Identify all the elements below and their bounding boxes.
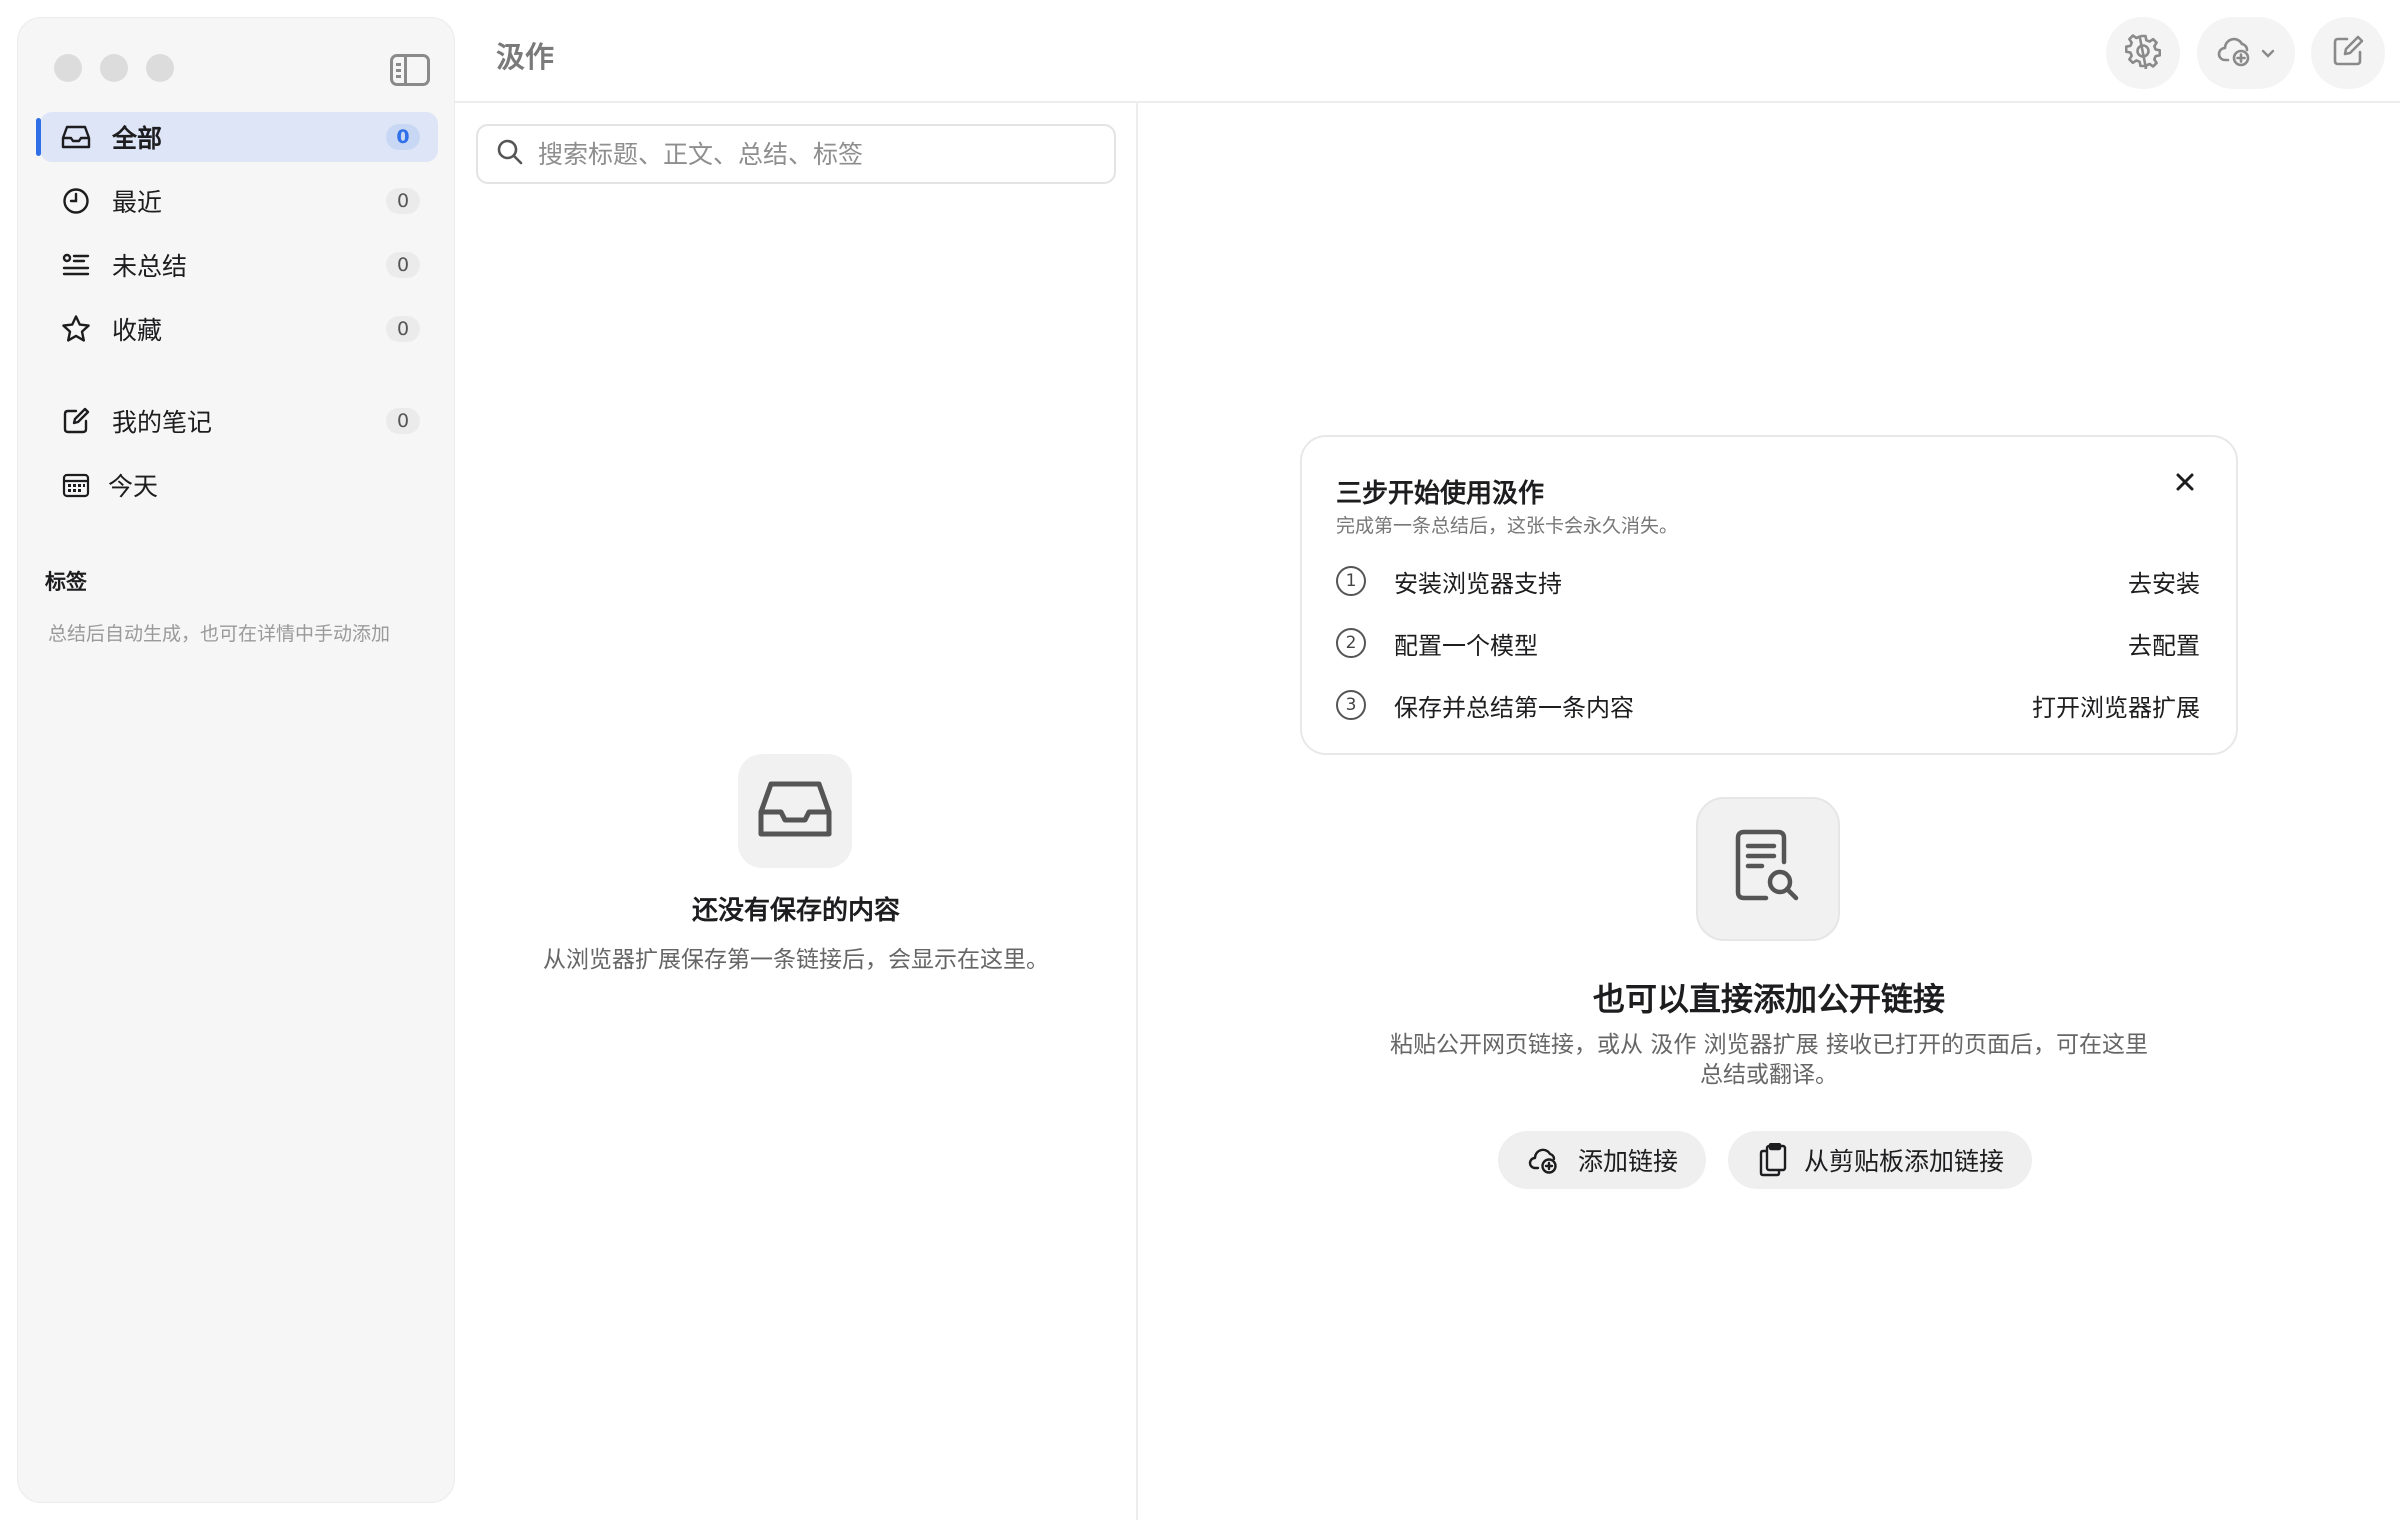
sidebar-item-all[interactable]: 全部 0 [36,112,438,162]
step-label: 安装浏览器支持 [1394,569,1562,598]
compose-icon [2331,34,2365,72]
empty-inbox-illustration [738,754,852,868]
step-label: 配置一个模型 [1394,631,1538,660]
count-badge: 0 [386,408,420,434]
sidebar-item-my-notes[interactable]: 我的笔记 0 [40,396,438,446]
inbox-icon [757,778,833,844]
add-link-menu-button[interactable] [2197,17,2295,89]
sidebar-item-recent[interactable]: 最近 0 [40,176,438,226]
onboarding-card: 三步开始使用汲作 完成第一条总结后，这张卡会永久消失。 1 安装浏览器支持 去安… [1300,435,2238,755]
column-divider [1136,103,1138,1520]
document-search-icon [1732,828,1804,910]
add-link-button[interactable]: 添加链接 [1498,1131,1707,1189]
detail-description: 粘贴公开网页链接，或从 汲作 浏览器扩展 接收已打开的页面后，可在这里总结或翻译… [1390,1032,2148,1088]
sidebar-item-unsummarized[interactable]: 未总结 0 [40,240,438,290]
sidebar-item-label: 收藏 [112,316,163,345]
open-browser-extension-link[interactable]: 打开浏览器扩展 [2032,688,2200,723]
window-controls [54,54,174,82]
onboarding-step: 3 保存并总结第一条内容 打开浏览器扩展 [1336,685,2200,725]
step-number: 2 [1336,628,1366,658]
sidebar: 全部 0 最近 0 未总结 0 收藏 0 我的笔记 0 今天 标签 总结后自动生… [17,17,455,1503]
settings-button[interactable] [2106,17,2180,89]
add-link-label: 添加链接 [1578,1147,1679,1176]
count-badge: 0 [386,316,420,342]
onboarding-subtitle: 完成第一条总结后，这张卡会永久消失。 [1336,515,1679,537]
sidebar-item-label: 全部 [112,124,163,153]
close-card-button[interactable] [2170,469,2200,499]
inbox-icon [60,121,92,153]
step-number: 1 [1336,566,1366,596]
gear-icon [2124,33,2162,73]
install-browser-support-link[interactable]: 去安装 [2128,564,2200,599]
document-search-illustration [1696,797,1840,941]
sidebar-item-favorites[interactable]: 收藏 0 [40,304,438,354]
compose-button[interactable] [2311,17,2385,89]
sidebar-item-label: 今天 [108,472,159,501]
onboarding-step: 2 配置一个模型 去配置 [1336,623,2200,663]
count-badge: 0 [386,188,420,214]
step-label: 保存并总结第一条内容 [1394,693,1634,722]
search-icon [496,138,524,170]
empty-state-title: 还没有保存的内容 [691,896,900,926]
tags-section-title: 标签 [45,570,87,594]
sidebar-toggle-icon[interactable] [390,54,430,86]
sidebar-item-label: 未总结 [112,252,188,281]
tags-hint: 总结后自动生成，也可在详情中手动添加 [48,623,391,645]
add-from-clipboard-button[interactable]: 从剪贴板添加链接 [1728,1131,2033,1189]
cloud-plus-icon [2217,34,2257,72]
add-from-clipboard-label: 从剪贴板添加链接 [1804,1147,2005,1176]
sidebar-item-label: 我的笔记 [112,408,213,437]
onboarding-title: 三步开始使用汲作 [1336,479,1545,509]
empty-state-description: 从浏览器扩展保存第一条链接后，会显示在这里。 [543,947,1049,973]
page-title: 汲作 [496,40,555,74]
zoom-window-button[interactable] [146,54,174,82]
search-input[interactable] [538,139,1098,169]
star-icon [60,313,92,345]
detail-title: 也可以直接添加公开链接 [1592,980,1945,1018]
sidebar-item-label: 最近 [112,188,163,217]
count-badge: 0 [386,252,420,278]
list-icon [60,249,92,281]
close-icon [2175,472,2195,496]
onboarding-step: 1 安装浏览器支持 去安装 [1336,561,2200,601]
cloud-plus-icon [1528,1145,1562,1175]
calendar-icon [60,469,92,501]
header-divider [455,101,2400,103]
note-icon [60,405,92,437]
clock-icon [60,185,92,217]
minimize-window-button[interactable] [100,54,128,82]
step-number: 3 [1336,690,1366,720]
sidebar-item-today[interactable]: 今天 [40,460,438,510]
search-box [476,124,1116,184]
clipboard-icon [1758,1143,1788,1177]
sidebar-nav: 全部 0 最近 0 未总结 0 收藏 0 我的笔记 0 今天 [36,112,438,524]
count-badge: 0 [386,124,420,150]
chevron-down-icon [2261,44,2275,63]
configure-model-link[interactable]: 去配置 [2128,626,2200,661]
close-window-button[interactable] [54,54,82,82]
